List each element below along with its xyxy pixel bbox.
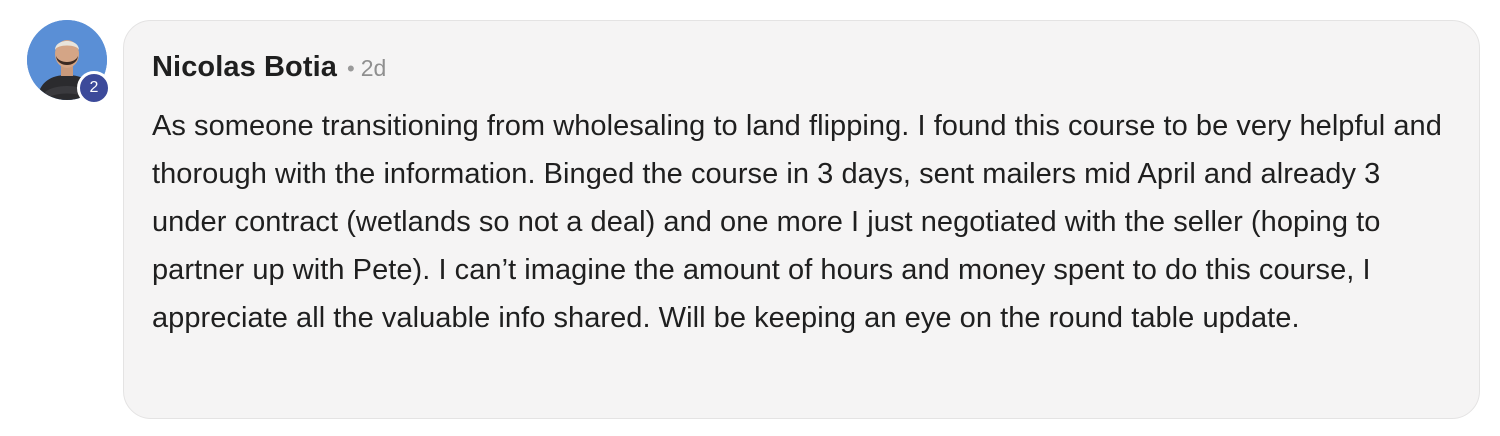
level-badge: 2 bbox=[77, 71, 111, 105]
comment-header: Nicolas Botia • 2d bbox=[152, 51, 1451, 91]
avatar-container[interactable]: 2 bbox=[27, 20, 111, 105]
separator-dot: • bbox=[347, 56, 355, 81]
comment-bubble: Nicolas Botia • 2d As someone transition… bbox=[123, 20, 1480, 419]
author-name[interactable]: Nicolas Botia bbox=[152, 51, 337, 84]
comment-timestamp[interactable]: 2d bbox=[361, 55, 387, 82]
comment-body: As someone transitioning from wholesalin… bbox=[152, 110, 1442, 334]
comment: 2 Nicolas Botia • 2d As someone transiti… bbox=[0, 0, 1500, 436]
